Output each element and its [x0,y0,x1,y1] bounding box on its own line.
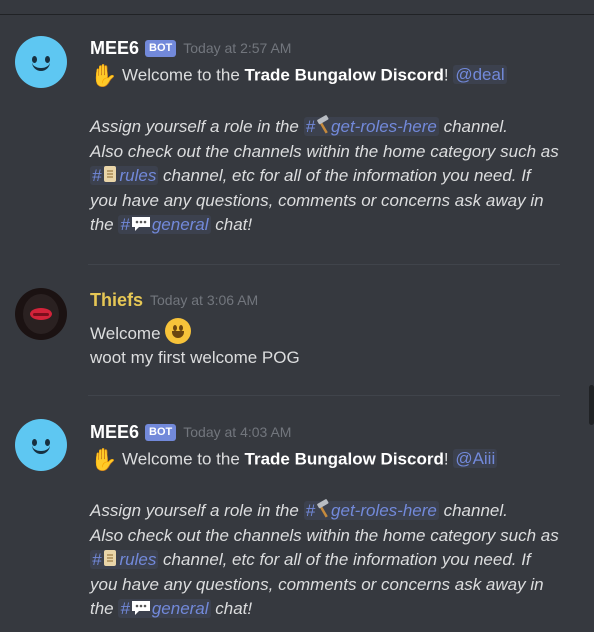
welcome-line: ✋ Welcome to the Trade Bungalow Discord! … [90,63,507,89]
server-name: Trade Bungalow Discord [244,449,444,469]
grinning-face-icon [164,318,191,344]
avatar-lips [30,308,52,320]
text: channel, etc for all of the information … [158,166,531,185]
bot-badge: BOT [145,39,177,57]
channel-link-general[interactable]: # general [118,215,211,234]
welcome-line: ✋ Welcome to the Trade Bungalow Discord! … [90,447,498,473]
avatar[interactable] [15,288,67,340]
channel-link-general[interactable]: # general [118,599,211,618]
channel-name: general [151,215,209,234]
channel-hash: # [120,215,130,234]
text-line: you have any questions, comments or conc… [90,573,544,597]
timestamp[interactable]: Today at 4:03 AM [183,424,291,440]
text-line: the # general chat! [90,213,252,237]
channel-name: get-roles-here [331,117,437,136]
welcome-prefix: Welcome to the [122,65,245,85]
channel-hash: # [92,550,102,569]
text: Also check out the channels within the h… [90,142,559,161]
message-divider [88,264,560,265]
speech-bubble-icon [131,217,150,231]
text: Welcome [90,324,161,343]
text: channel. [438,117,508,136]
channel-name: rules [119,166,157,185]
text: channel. [438,501,508,520]
waving-hand-icon: ✋ [90,63,118,88]
scroll-icon [104,550,117,566]
server-name: Trade Bungalow Discord [244,65,444,85]
text: Also check out the channels within the h… [90,526,559,545]
text: you have any questions, comments or conc… [90,575,544,594]
text: the [90,215,119,234]
channel-name: rules [119,550,157,569]
bot-badge: BOT [145,423,177,441]
text-line: you have any questions, comments or conc… [90,189,544,213]
hammer-icon [317,115,329,134]
user-mention[interactable]: @Aiii [453,449,498,469]
text: woot my first welcome POG [90,348,300,367]
message-header: MEE6 BOT Today at 2:57 AM [90,37,291,59]
scroll-icon [104,166,117,182]
text-line: Assign yourself a role in the # get-roles… [90,115,508,139]
avatar[interactable] [15,419,67,471]
text: chat! [210,599,253,618]
channel-link-rules[interactable]: # rules [90,550,159,569]
channel-hash: # [305,501,316,520]
speech-bubble-icon [131,601,150,615]
text-line: Also check out the channels within the h… [90,524,559,548]
channel-name: get-roles-here [331,501,437,520]
message-divider [88,395,560,396]
timestamp[interactable]: Today at 3:06 AM [150,292,258,308]
username[interactable]: Thiefs [90,290,143,311]
welcome-prefix: Welcome to the [122,449,245,469]
hammer-icon [317,499,329,518]
user-mention[interactable]: @deal [453,65,507,85]
text-line: # rules channel, etc for all of the infor… [90,548,531,572]
text: the [90,599,119,618]
channel-link-get-roles-here[interactable]: # get-roles-here [303,115,439,136]
channel-name: general [151,599,209,618]
timestamp[interactable]: Today at 2:57 AM [183,40,291,56]
text: channel, etc for all of the information … [158,550,531,569]
avatar-mouth [32,444,50,454]
channel-hash: # [305,117,316,136]
waving-hand-icon: ✋ [90,447,118,472]
text-line: the # general chat! [90,597,252,621]
welcome-suffix: ! [443,65,449,85]
channel-link-rules[interactable]: # rules [90,166,159,185]
username[interactable]: MEE6 [90,422,139,443]
welcome-suffix: ! [443,449,449,469]
channel-hash: # [120,599,130,618]
text-line: Also check out the channels within the h… [90,140,559,164]
text: you have any questions, comments or conc… [90,191,544,210]
text-line: Assign yourself a role in the # get-roles… [90,499,508,523]
text: Assign yourself a role in the [90,117,304,136]
username[interactable]: MEE6 [90,38,139,59]
channel-hash: # [92,166,102,185]
channel-link-get-roles-here[interactable]: # get-roles-here [303,499,439,520]
scrollbar-thumb[interactable] [589,385,594,425]
text: Assign yourself a role in the [90,501,304,520]
text-line: woot my first welcome POG [90,346,300,370]
avatar[interactable] [15,36,67,88]
avatar-mouth [32,61,50,71]
text-line: # rules channel, etc for all of the infor… [90,164,531,188]
message-header: Thiefs Today at 3:06 AM [90,289,258,311]
text: chat! [210,215,253,234]
text-line: Welcome [90,318,191,346]
message-header: MEE6 BOT Today at 4:03 AM [90,421,291,443]
top-edge [0,0,594,15]
